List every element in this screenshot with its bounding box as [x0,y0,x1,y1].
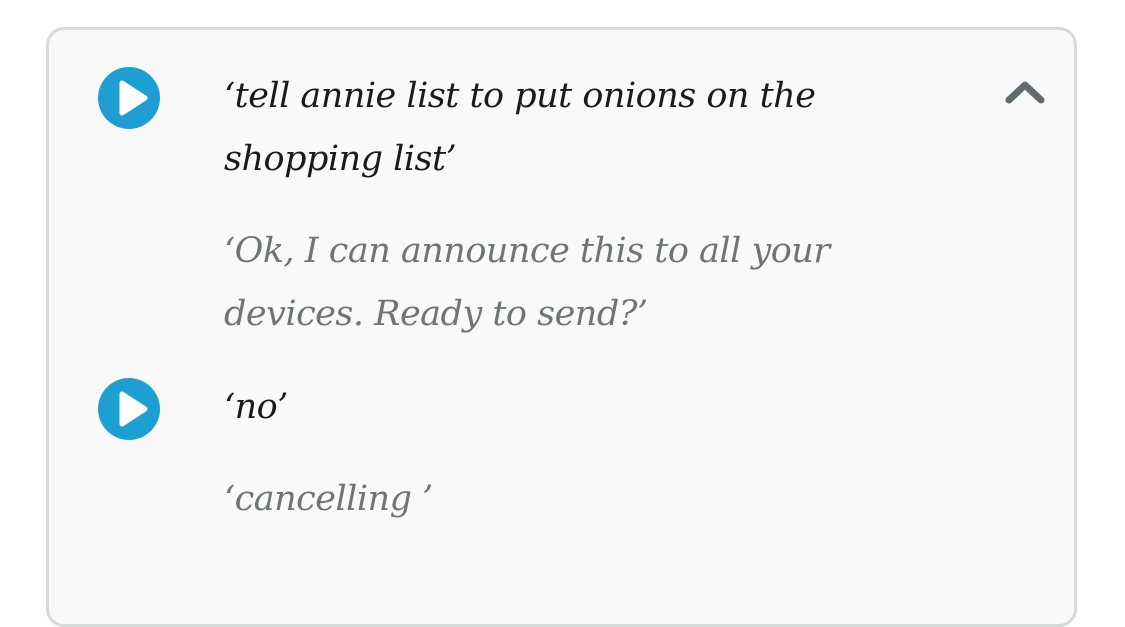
utterance-text-entry-1: ‘tell annie list to put onions on the sh… [224,65,924,191]
play-button-entry-1[interactable] [98,67,160,129]
play-icon [119,80,148,116]
utterance-line-1: ‘tell annie list to put onions on the [224,76,816,116]
reply-line-1: ‘Ok, I can announce this to all your [224,231,830,271]
play-button-entry-2[interactable] [98,378,160,440]
chevron-up-icon [1005,81,1045,104]
utterance-text-entry-2: ‘no’ [224,387,288,427]
utterance-line-2: shopping list’ [224,139,457,179]
reply-line-2: devices. Ready to send?’ [224,294,648,334]
reply-text-entry-1: ‘Ok, I can announce this to all your dev… [224,220,944,346]
play-icon [119,391,148,427]
reply-text-entry-2: ‘cancelling ’ [224,479,433,519]
collapse-button[interactable] [1000,74,1050,110]
